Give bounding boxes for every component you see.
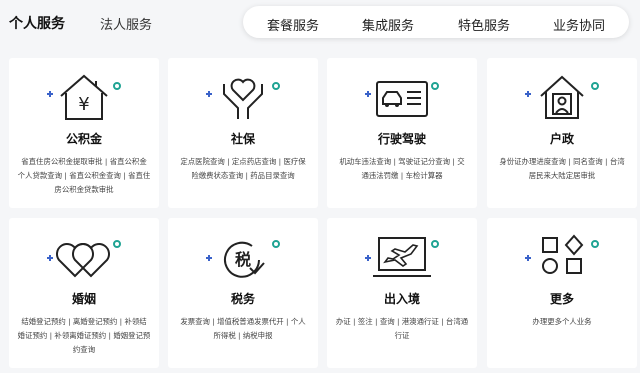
nav-business-collaboration[interactable]: 业务协同: [553, 15, 605, 34]
service-card-social-security[interactable]: 社保 定点医院查询 | 定点药店查询 | 医疗保 险缴费状态查询 | 药品目录查…: [168, 58, 318, 208]
card-title: 行驶驾驶: [377, 132, 426, 146]
card-title: 更多: [549, 292, 574, 306]
card-description: 省直住房公积金提取审批 | 省直公积金 个人贷款查询 | 省直公积金查询 | 省…: [17, 157, 151, 194]
service-card-housing-fund[interactable]: ¥ 公积金 省直住房公积金提取审批 | 省直公积金 个人贷款查询 | 省直公积金…: [9, 58, 159, 208]
card-description: 定点医院查询 | 定点药店查询 | 医疗保 险缴费状态查询 | 药品目录查询: [180, 157, 306, 180]
airplane-ticket-icon: [359, 232, 445, 280]
card-title: 出入境: [383, 292, 420, 306]
card-description: 结婚登记预约 | 离婚登记预约 | 补领结 婚证预约 | 补领离婚证预约 | 婚…: [17, 317, 151, 354]
nav-package-services[interactable]: 套餐服务: [267, 15, 319, 34]
service-category-bar: 套餐服务 集成服务 特色服务 业务协同: [243, 6, 629, 38]
card-title: 婚姻: [71, 292, 96, 306]
tax-icon: 税: [200, 232, 286, 280]
double-heart-icon: [41, 232, 127, 280]
card-title: 税务: [230, 292, 255, 306]
service-card-vehicle-driving[interactable]: 行驶驾驶 机动车违法查询 | 驾驶证记分查询 | 交 通违法罚缴 | 车检计算器: [327, 58, 477, 208]
house-yuan-icon: ¥: [41, 72, 127, 120]
service-card-marriage[interactable]: 婚姻 结婚登记预约 | 离婚登记预约 | 补领结 婚证预约 | 补领离婚证预约 …: [9, 218, 159, 368]
service-card-more[interactable]: 更多 办理更多个人业务: [487, 218, 637, 368]
card-title: 户政: [549, 132, 574, 146]
card-description: 办理更多个人业务: [532, 317, 592, 326]
service-card-taxation[interactable]: 税 税务 发票查询 | 增值税普通发票代开 | 个人 所得税 | 纳税申报: [168, 218, 318, 368]
card-description: 机动车违法查询 | 驾驶证记分查询 | 交 通违法罚缴 | 车检计算器: [339, 157, 465, 180]
house-person-icon: [519, 72, 605, 120]
card-title: 社保: [230, 132, 255, 146]
tab-legal-services[interactable]: 法人服务: [100, 14, 152, 33]
driving-license-icon: [359, 72, 445, 120]
nav-integrated-services[interactable]: 集成服务: [362, 15, 414, 34]
card-description: 身份证办理进度查询 | 同名查询 | 台湾 居民来大陆定居审批: [499, 157, 625, 180]
service-card-entry-exit[interactable]: 出入境 办证 | 签注 | 查询 | 港澳通行证 | 台湾通 行证: [327, 218, 477, 368]
service-card-household-registration[interactable]: 户政 身份证办理进度查询 | 同名查询 | 台湾 居民来大陆定居审批: [487, 58, 637, 208]
svg-text:¥: ¥: [78, 94, 89, 115]
card-description: 发票查询 | 增值税普通发票代开 | 个人 所得税 | 纳税申报: [180, 317, 306, 340]
nav-featured-services[interactable]: 特色服务: [458, 15, 510, 34]
card-title: 公积金: [65, 132, 102, 146]
heart-hands-icon: [200, 72, 286, 120]
tab-personal-services[interactable]: 个人服务: [9, 13, 65, 33]
apps-grid-icon: [519, 232, 605, 280]
svg-text:税: 税: [235, 250, 251, 269]
card-description: 办证 | 签注 | 查询 | 港澳通行证 | 台湾通 行证: [335, 317, 469, 340]
top-navigation: 个人服务 法人服务 套餐服务 集成服务 特色服务 业务协同: [0, 0, 640, 46]
